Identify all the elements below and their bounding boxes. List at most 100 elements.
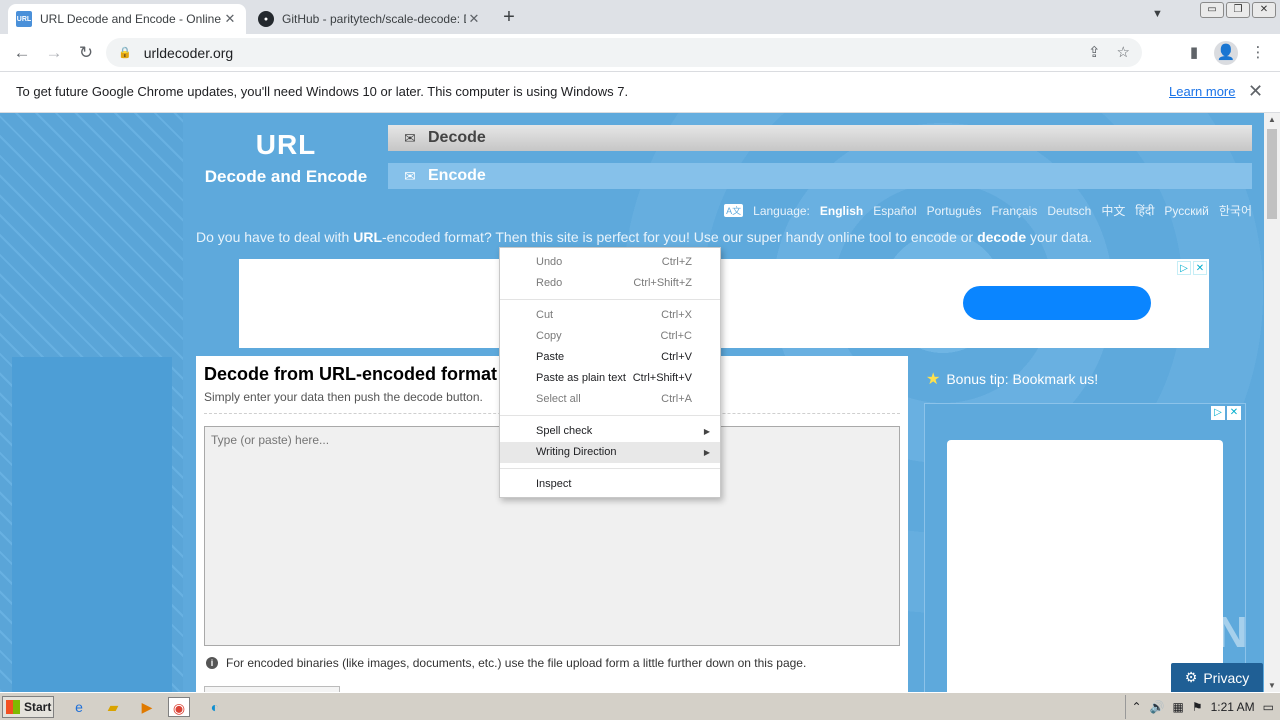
menu-item-label: Redo — [536, 277, 563, 289]
lang-korean[interactable]: 한국어 — [1219, 202, 1252, 219]
open-envelope-icon: ✉ — [404, 129, 416, 146]
ie-icon[interactable]: e — [68, 697, 90, 717]
tab-search-chevron-icon[interactable]: ▼ — [1152, 8, 1163, 20]
menu-item-label: Copy — [536, 330, 562, 342]
bonus-tip-text: Bonus tip: Bookmark us! — [946, 371, 1099, 387]
profile-avatar-icon[interactable]: 👤 — [1214, 41, 1238, 65]
info-icon: i — [206, 657, 218, 669]
lang-portugues[interactable]: Português — [927, 204, 982, 218]
new-tab-button[interactable]: + — [498, 6, 520, 29]
logo-line1: URL — [255, 129, 317, 160]
adchoices-icon[interactable]: ▷ — [1177, 261, 1191, 275]
tab-title: URL Decode and Encode - Online — [40, 12, 221, 26]
menu-item-shortcut: Ctrl+Shift+Z — [633, 277, 692, 289]
lang-english[interactable]: English — [820, 204, 863, 218]
ad-close-icon[interactable]: ✕ — [1193, 261, 1207, 275]
nav-encode-label: Encode — [428, 167, 486, 184]
tab-github[interactable]: ● GitHub - paritytech/scale-decode: De ✕ — [250, 4, 490, 34]
bookmark-star-icon[interactable]: ☆ — [1117, 43, 1130, 61]
menu-item-spell-check[interactable]: Spell check ▶ — [500, 421, 720, 442]
menu-item-writing-direction[interactable]: Writing Direction ▶ — [500, 442, 720, 463]
gear-icon: ⚙ — [1184, 669, 1198, 685]
lang-espanol[interactable]: Español — [873, 204, 916, 218]
binary-note: i For encoded binaries (like images, doc… — [206, 656, 806, 670]
windows-taskbar: Start e ▰ ▶ ◉ ◐ ⌃ 🔊 ▦ ⚑ 1:21 AM ▭ — [0, 692, 1280, 720]
scroll-up-icon[interactable]: ▲ — [1264, 115, 1280, 124]
show-desktop-icon[interactable]: ▭ — [1263, 700, 1274, 714]
lock-icon: 🔒 — [118, 47, 132, 59]
flag-icon[interactable]: ⚑ — [1192, 700, 1203, 714]
share-icon[interactable]: ⇪ — [1088, 43, 1101, 61]
tab-title: GitHub - paritytech/scale-decode: De — [282, 12, 466, 26]
menu-item-label: Cut — [536, 309, 554, 321]
browser-toolbar: ← → ↻ 🔒 urldecoder.org ⇪ ☆ ▮ 👤 ⋮ — [0, 34, 1280, 72]
lang-deutsch[interactable]: Deutsch — [1047, 204, 1091, 218]
maximize-button[interactable]: ❐ — [1226, 2, 1250, 18]
address-bar[interactable]: 🔒 urldecoder.org ⇪ ☆ — [106, 38, 1142, 67]
lang-russian[interactable]: Русский — [1164, 204, 1209, 218]
back-arrow-icon[interactable]: ← — [10, 41, 34, 65]
edge-icon[interactable]: ◐ — [204, 697, 226, 717]
nav-decode-tab[interactable]: ✉ Decode — [388, 125, 1252, 151]
binary-note-text: For encoded binaries (like images, docum… — [226, 656, 807, 670]
ad-choices[interactable]: ▷ ✕ — [1177, 261, 1207, 275]
site-logo[interactable]: URL Decode and Encode — [190, 129, 382, 187]
start-button[interactable]: Start — [2, 696, 54, 718]
adchoices-icon[interactable]: ▷ — [1211, 406, 1225, 420]
menu-item-label: Writing Direction — [536, 446, 617, 458]
explorer-folder-icon[interactable]: ▰ — [102, 697, 124, 717]
ad-choices[interactable]: ▷ ✕ — [1211, 406, 1241, 420]
tagline: Do you have to deal with URL-encoded for… — [196, 229, 1093, 245]
menu-item-copy[interactable]: Copy Ctrl+C — [500, 326, 720, 347]
language-bar: A文 Language: English Español Português F… — [724, 202, 1252, 219]
github-icon: ● — [258, 11, 274, 27]
menu-item-shortcut: Ctrl+C — [660, 330, 692, 342]
scroll-thumb[interactable] — [1267, 129, 1277, 219]
clock[interactable]: 1:21 AM — [1211, 700, 1255, 714]
start-label: Start — [24, 700, 52, 714]
infobar-close-icon[interactable]: ✕ — [1248, 81, 1263, 102]
envelope-icon: ✉ — [404, 167, 416, 184]
privacy-button[interactable]: ⚙ Privacy — [1171, 663, 1263, 692]
learn-more-link[interactable]: Learn more — [1169, 84, 1235, 99]
menu-item-select-all[interactable]: Select all Ctrl+A — [500, 389, 720, 410]
minimize-button[interactable]: ▭ — [1200, 2, 1224, 18]
page-scrollbar[interactable]: ▲ ▼ — [1264, 113, 1280, 692]
menu-item-label: Paste as plain text — [536, 372, 626, 384]
chrome-icon[interactable]: ◉ — [168, 697, 190, 717]
menu-item-inspect[interactable]: Inspect — [500, 474, 720, 495]
reload-icon[interactable]: ↻ — [74, 41, 98, 65]
scroll-down-icon[interactable]: ▼ — [1264, 681, 1280, 690]
tab-urldecoder[interactable]: URL URL Decode and Encode - Online ✕ — [8, 4, 246, 34]
top-ad-banner[interactable]: ▷ ✕ — [239, 259, 1209, 348]
panel-heading: Decode from URL-encoded format — [204, 364, 498, 384]
menu-item-redo[interactable]: Redo Ctrl+Shift+Z — [500, 273, 720, 294]
network-icon[interactable]: ▦ — [1173, 700, 1184, 714]
volume-icon[interactable]: 🔊 — [1150, 700, 1165, 714]
menu-kebab-icon[interactable]: ⋮ — [1246, 41, 1270, 65]
menu-item-cut[interactable]: Cut Ctrl+X — [500, 305, 720, 326]
tray-arrow-icon[interactable]: ⌃ — [1132, 700, 1142, 714]
ad-cta-button[interactable] — [963, 286, 1151, 320]
menu-item-undo[interactable]: Undo Ctrl+Z — [500, 252, 720, 273]
tab-close-icon[interactable]: ✕ — [466, 11, 482, 27]
forward-arrow-icon[interactable]: → — [42, 41, 66, 65]
nav-encode-tab[interactable]: ✉ Encode — [388, 163, 1252, 189]
address-url: urldecoder.org — [143, 44, 234, 61]
lang-chinese[interactable]: 中文 — [1101, 202, 1125, 219]
lang-hindi[interactable]: हिंदी — [1135, 202, 1154, 219]
menu-item-shortcut: Ctrl+V — [661, 351, 692, 363]
menu-item-label: Select all — [536, 393, 581, 405]
context-menu: Undo Ctrl+Z Redo Ctrl+Shift+Z Cut Ctrl+X Copy C… — [499, 247, 721, 498]
side-panel-icon[interactable]: ▮ — [1182, 41, 1206, 65]
menu-item-paste[interactable]: Paste Ctrl+V — [500, 347, 720, 368]
tab-strip: URL URL Decode and Encode - Online ✕ ● G… — [0, 0, 1280, 34]
menu-item-paste-as-plain-text[interactable]: Paste as plain text Ctrl+Shift+V — [500, 368, 720, 389]
lang-francais[interactable]: Français — [991, 204, 1037, 218]
tab-close-icon[interactable]: ✕ — [222, 11, 238, 27]
close-window-button[interactable]: ✕ — [1252, 2, 1276, 18]
menu-item-label: Paste — [536, 351, 565, 363]
urldecoder-favicon-icon: URL — [16, 11, 32, 27]
media-player-icon[interactable]: ▶ — [136, 697, 158, 717]
ad-close-icon[interactable]: ✕ — [1227, 406, 1241, 420]
